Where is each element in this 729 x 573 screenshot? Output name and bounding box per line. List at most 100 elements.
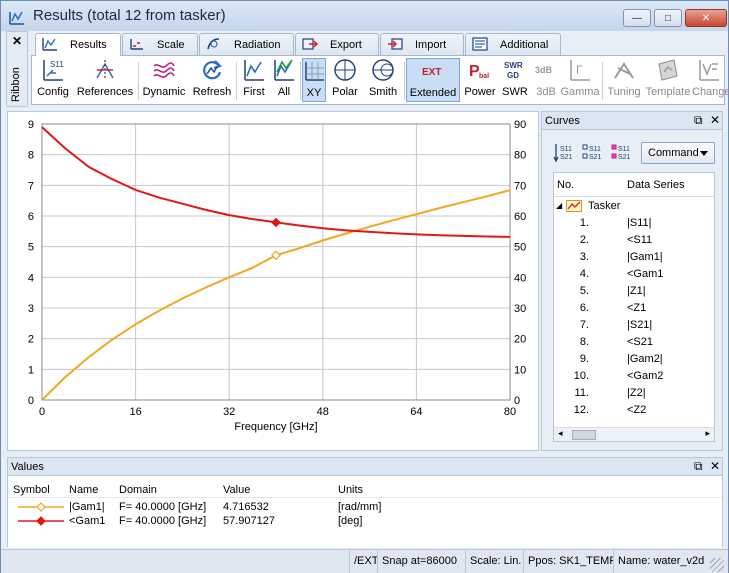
value-domain: F= 40.0000 [GHz] xyxy=(119,501,207,513)
table-row[interactable]: |Gam1| F= 40.0000 [GHz] 4.716532 [rad/mm… xyxy=(8,500,722,514)
list-item[interactable]: 9. |Gam2| xyxy=(554,351,714,368)
resize-grip[interactable] xyxy=(710,558,724,572)
svg-text:SWR: SWR xyxy=(504,61,523,70)
template-button[interactable]: Template xyxy=(644,58,692,102)
tab-radiation[interactable]: Radiation xyxy=(199,33,294,55)
collapse-triangle-icon[interactable]: ◢ xyxy=(556,201,562,210)
power-button[interactable]: Pbal Power xyxy=(462,58,498,102)
curve-series-name: |Gam1| xyxy=(627,251,663,263)
column-header-units[interactable]: Units xyxy=(338,484,363,496)
column-header-symbol[interactable]: Symbol xyxy=(13,484,50,496)
close-panel-icon[interactable]: ✕ xyxy=(710,113,720,127)
sort-s11-s21-icon: S11S21 xyxy=(553,144,573,163)
ribbon-label[interactable]: Ribbon xyxy=(10,67,22,102)
gamma-button[interactable]: Γ Gamma xyxy=(560,58,600,102)
list-item[interactable]: 5. |Z1| xyxy=(554,283,714,300)
curves-panel: Curves ⧉ ✕ S11 S21 S11 S21 S11 S21 Command … xyxy=(541,111,723,451)
extended-button[interactable]: EXT Extended xyxy=(406,58,460,102)
svg-text:bal: bal xyxy=(479,73,489,80)
tab-additional[interactable]: Additional xyxy=(465,33,561,55)
smith-button[interactable]: Smith xyxy=(364,58,402,102)
minimize-button[interactable]: — xyxy=(623,9,651,27)
float-panel-icon[interactable]: ⧉ xyxy=(694,459,703,474)
list-item[interactable]: 1. |S11| xyxy=(554,215,714,232)
first-button[interactable]: First xyxy=(238,58,270,102)
series-symbol-filled-diamond xyxy=(18,516,64,526)
tab-export[interactable]: Export xyxy=(295,33,379,55)
column-header-no[interactable]: No. xyxy=(557,179,574,191)
list-item[interactable]: 2. <S11 xyxy=(554,232,714,249)
list-item[interactable]: 6. <Z1 xyxy=(554,300,714,317)
y-left-tick-label: 8 xyxy=(28,150,34,162)
swr-button[interactable]: SWR GD SWR xyxy=(498,58,532,102)
list-item[interactable]: 3. |Gam1| xyxy=(554,249,714,266)
series-symbol-open-diamond xyxy=(18,502,64,512)
column-header-value[interactable]: Value xyxy=(223,484,250,496)
references-button[interactable]: References xyxy=(74,58,136,102)
maximize-button[interactable]: □ xyxy=(654,9,682,27)
tab-scale-label: Scale xyxy=(157,39,185,51)
column-header-name[interactable]: Name xyxy=(69,484,98,496)
x-tick-label: 16 xyxy=(129,406,141,418)
swr-icon: SWRGD xyxy=(504,61,523,80)
polar-label: Polar xyxy=(332,86,358,98)
results-window: Results (total 12 from tasker) — □ ✕ ✕ R… xyxy=(0,0,729,573)
xy-chart[interactable]: 0 16 32 48 64 8001234567890102030405060708090… xyxy=(8,112,538,450)
list-item[interactable]: 7. |S21| xyxy=(554,317,714,334)
separator xyxy=(602,62,603,100)
tuning-button[interactable]: Tuning xyxy=(604,58,644,102)
table-row[interactable]: <Gam1 F= 40.0000 [GHz] 57.907127 [deg] xyxy=(8,514,722,528)
tuning-label: Tuning xyxy=(607,86,641,98)
scroll-right-icon[interactable]: ▸ xyxy=(705,428,710,439)
float-panel-icon[interactable]: ⧉ xyxy=(694,113,703,128)
list-item[interactable]: 4. <Gam1 xyxy=(554,266,714,283)
y-right-tick-label: 80 xyxy=(514,150,526,162)
template-icon xyxy=(658,59,678,81)
scroll-thumb[interactable] xyxy=(572,430,596,440)
select-s11-s21-button[interactable]: S11 S21 xyxy=(582,142,604,164)
list-item[interactable]: 8. <S21 xyxy=(554,334,714,351)
tab-scale[interactable]: Scale xyxy=(122,33,198,55)
list-item[interactable]: 10. <Gam2 xyxy=(554,368,714,385)
config-button[interactable]: S11 Config xyxy=(34,58,72,102)
tuning-icon xyxy=(614,62,634,79)
series-marker-1[interactable] xyxy=(271,217,281,228)
chart-panel[interactable]: 0 16 32 48 64 80 0 1 2 3 4 5 6 7 8 9 0 10 20 30 40 50 60 70 80 90… xyxy=(7,111,539,451)
template-label: Template xyxy=(645,86,691,98)
tab-export-label: Export xyxy=(330,39,362,51)
xy-button[interactable]: XY xyxy=(302,58,326,102)
all-button[interactable]: All xyxy=(270,58,298,102)
tab-import[interactable]: Import xyxy=(380,33,464,55)
horizontal-scrollbar[interactable]: ◂ ▸ xyxy=(554,427,714,441)
list-item[interactable]: 11. |Z2| xyxy=(554,385,714,402)
command-dropdown[interactable]: Command xyxy=(641,142,715,164)
refresh-button[interactable]: Refresh xyxy=(190,58,234,102)
y-right-tick-label: 50 xyxy=(514,242,526,254)
close-panel-icon[interactable]: ✕ xyxy=(710,459,720,473)
curves-list-header: No. Data Series xyxy=(554,173,714,197)
status-name: Name: water_v2d xyxy=(613,550,707,573)
ribbon-close-icon[interactable]: ✕ xyxy=(12,34,22,48)
change-button[interactable]: Change xyxy=(692,58,729,102)
tab-results[interactable]: Results xyxy=(35,33,121,56)
tree-group-tasker[interactable]: ◢ Tasker xyxy=(554,198,714,215)
column-header-data-series[interactable]: Data Series xyxy=(627,179,684,191)
x-axis-label: Frequency [GHz] xyxy=(234,421,317,433)
config-label: Config xyxy=(37,86,69,98)
column-header-domain[interactable]: Domain xyxy=(119,484,157,496)
svg-text:S21: S21 xyxy=(589,154,602,161)
sort-s11-s21-button[interactable]: S11 S21 xyxy=(553,142,575,164)
curve-series-name: <S21 xyxy=(627,336,653,348)
list-item[interactable]: 12. <Z2 xyxy=(554,402,714,419)
polar-button[interactable]: Polar xyxy=(328,58,362,102)
y-left-tick-label: 3 xyxy=(28,303,34,315)
curve-number: 8. xyxy=(579,336,589,348)
import-icon xyxy=(388,38,403,50)
close-button[interactable]: ✕ xyxy=(685,9,727,27)
dynamic-button[interactable]: Dynamic xyxy=(140,58,188,102)
scroll-left-icon[interactable]: ◂ xyxy=(558,428,563,439)
3db-button[interactable]: 3dB 3dB xyxy=(532,58,560,102)
deselect-s11-s21-button[interactable]: S11 S21 xyxy=(611,142,633,164)
series-marker-0[interactable] xyxy=(271,250,281,261)
first-icon xyxy=(244,60,264,81)
